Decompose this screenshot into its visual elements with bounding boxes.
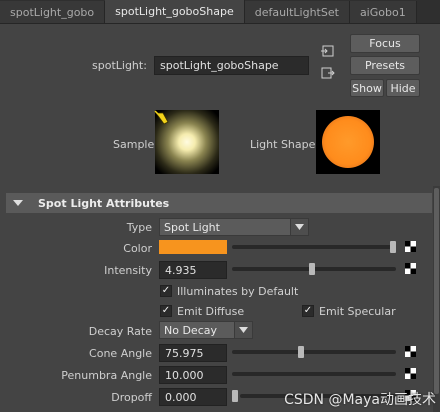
cone-angle-slider-track[interactable] (232, 350, 396, 354)
watermark: CSDN @Maya动画技术 (284, 392, 436, 408)
tab-spotlight-goboshape[interactable]: spotLight_goboShape (105, 0, 245, 23)
dropoff-slider-handle[interactable] (232, 390, 238, 402)
illuminates-by-default-checkbox[interactable]: ✓ (160, 285, 172, 297)
intensity-field[interactable]: 4.935 (159, 261, 227, 279)
map-button-icon[interactable] (405, 241, 416, 252)
map-button-icon[interactable] (405, 263, 416, 274)
type-dropdown[interactable]: Spot Light (159, 218, 309, 236)
chevron-down-icon (234, 322, 252, 338)
section-title: Spot Light Attributes (38, 196, 170, 210)
light-shape-preview[interactable] (316, 110, 380, 174)
scrollbar-thumb[interactable] (434, 188, 439, 394)
color-slider-handle[interactable] (390, 241, 396, 253)
show-button[interactable]: Show (350, 79, 384, 97)
type-value: Spot Light (164, 220, 220, 234)
tab-spotlight-gobo[interactable]: spotLight_gobo (0, 1, 106, 23)
dropoff-label: Dropoff (111, 391, 152, 404)
collapse-arrow-icon (13, 200, 23, 206)
presets-button[interactable]: Presets (350, 56, 420, 75)
emit-diffuse-checkbox[interactable]: ✓ (160, 305, 172, 317)
dropoff-field[interactable]: 0.000 (159, 388, 227, 406)
emit-specular-checkbox[interactable]: ✓ (302, 305, 314, 317)
decay-rate-dropdown[interactable]: No Decay (159, 321, 253, 339)
tab-default-light-set[interactable]: defaultLightSet (244, 1, 350, 23)
map-button-icon[interactable] (405, 346, 416, 357)
cone-angle-label: Cone Angle (89, 347, 152, 360)
intensity-label: Intensity (104, 264, 152, 277)
penumbra-angle-label: Penumbra Angle (61, 369, 152, 382)
emit-specular-label: Emit Specular (319, 305, 396, 318)
cone-angle-slider-handle[interactable] (298, 346, 305, 358)
type-label: Type (126, 221, 152, 234)
hide-button[interactable]: Hide (386, 79, 420, 97)
intensity-slider-handle[interactable] (309, 263, 316, 275)
focus-button[interactable]: Focus (350, 34, 420, 53)
color-label: Color (123, 242, 152, 255)
emit-diffuse-label: Emit Diffuse (177, 305, 245, 318)
color-slider-track[interactable] (232, 245, 396, 249)
spot-light-attributes-header[interactable]: Spot Light Attributes (6, 193, 432, 213)
output-connection-icon[interactable] (321, 67, 335, 79)
decay-rate-label: Decay Rate (88, 325, 152, 338)
scrollbar[interactable] (433, 186, 440, 412)
node-type-label: spotLight: (92, 59, 147, 72)
spotlight-icon (154, 110, 169, 125)
decay-rate-value: No Decay (164, 323, 217, 337)
penumbra-angle-slider-track[interactable] (232, 372, 396, 376)
chevron-down-icon (290, 219, 308, 235)
penumbra-angle-field[interactable]: 10.000 (159, 366, 227, 384)
sample-label: Sample (113, 138, 155, 151)
illuminates-by-default-label: Illuminates by Default (177, 285, 299, 298)
attribute-editor-tabs: spotLight_gobo spotLight_goboShape defau… (0, 0, 440, 24)
tab-aigobo1[interactable]: aiGobo1 (349, 1, 417, 23)
light-shape-label: Light Shape (250, 138, 316, 151)
map-button-icon[interactable] (405, 368, 416, 379)
node-name-field[interactable]: spotLight_goboShape (154, 56, 309, 75)
cone-angle-field[interactable]: 75.975 (159, 344, 227, 362)
color-swatch[interactable] (159, 240, 227, 254)
input-connection-icon[interactable] (321, 45, 335, 57)
